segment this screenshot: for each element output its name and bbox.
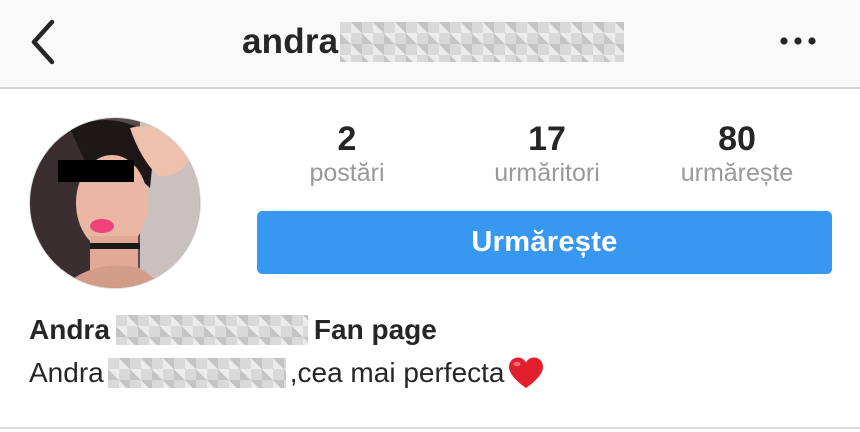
bio-name-suffix: Fan page — [313, 314, 437, 345]
more-options-button[interactable] — [776, 26, 820, 56]
chevron-left-icon — [31, 19, 55, 65]
avatar-photo — [30, 118, 200, 288]
profile-stats: 2 postări 17 urmăritori 80 urmărește — [257, 120, 832, 192]
top-nav-bar: andra — [0, 0, 860, 89]
username-title: andra — [242, 20, 625, 64]
followers-count: 17 — [528, 120, 566, 158]
bio-full-name: Andra Fan page — [29, 312, 437, 348]
more-horizontal-icon — [780, 37, 816, 45]
bio-text-suffix: ,cea mai perfecta — [289, 357, 505, 388]
censored-name-blur — [115, 315, 308, 345]
username-text: andra — [242, 22, 339, 61]
red-heart-icon — [508, 357, 543, 388]
censored-text-blur — [107, 358, 286, 388]
follow-button[interactable]: Urmărește — [257, 211, 832, 274]
stat-followers[interactable]: 17 urmăritori — [467, 120, 627, 188]
section-divider — [0, 427, 860, 429]
stat-posts[interactable]: 2 postări — [287, 120, 407, 188]
bio-text-first: Andra — [29, 357, 104, 388]
stat-following[interactable]: 80 urmărește — [657, 120, 817, 188]
back-button[interactable] — [18, 14, 68, 70]
posts-count: 2 — [337, 120, 357, 158]
following-count: 80 — [718, 120, 756, 158]
followers-label: urmăritori — [494, 159, 600, 187]
bio-description: Andra ,cea mai perfecta — [29, 355, 545, 391]
profile-avatar[interactable] — [29, 117, 201, 289]
following-label: urmărește — [680, 159, 794, 187]
profile-screen: andra 2 postări 17 urmăritori 80 urmăreș… — [0, 0, 860, 432]
bio-name-first: Andra — [29, 314, 110, 345]
censored-username-blur — [340, 22, 625, 62]
posts-label: postări — [309, 159, 385, 187]
